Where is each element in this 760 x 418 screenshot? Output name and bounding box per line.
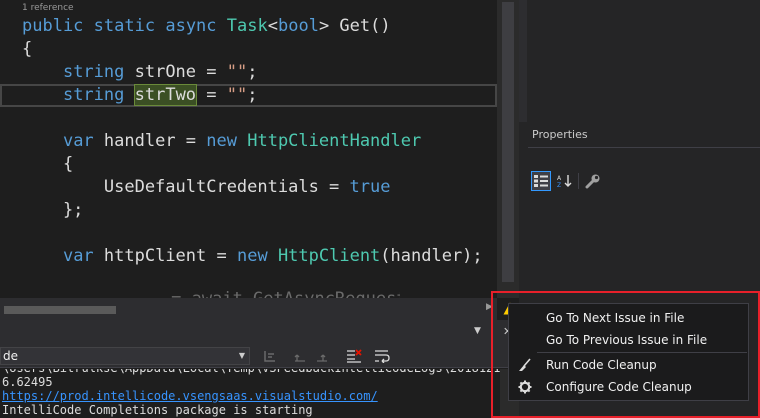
code-token: Task (226, 16, 268, 36)
code-token: public (22, 16, 84, 36)
code-token: new (206, 131, 237, 151)
menu-item-configure-code-cleanup[interactable]: Configure Code Cleanup (509, 376, 748, 398)
menu-item-label: Run Code Cleanup (546, 358, 657, 372)
categorized-view-button[interactable] (531, 171, 551, 191)
code-token: async (165, 16, 217, 36)
clear-all-icon (347, 349, 362, 363)
code-token: static (93, 16, 156, 36)
code-token: HttpClientHandler (247, 131, 422, 151)
code-token: > Get() (318, 16, 391, 36)
code-token: var (62, 131, 94, 151)
solution-explorer-area (519, 0, 760, 122)
code-token: "" (226, 85, 248, 105)
properties-separator (528, 147, 760, 148)
code-line: var httpClient = new HttpClient(handler)… (22, 245, 483, 268)
svg-text:A: A (557, 175, 562, 182)
code-line: { (22, 153, 73, 176)
go-next-icon (317, 354, 327, 362)
window-position-dropdown-icon[interactable]: ▼ (474, 326, 481, 336)
code-token: httpClient = (93, 246, 237, 266)
code-token: bool (277, 16, 319, 36)
output-line: 6.62495 (2, 375, 53, 389)
code-line: UseDefaultCredentials = true (22, 176, 391, 199)
code-token: handler = (93, 131, 207, 151)
menu-item-label: Go To Next Issue in File (546, 311, 685, 325)
wrench-icon (585, 174, 600, 189)
go-previous-icon (294, 354, 305, 362)
code-token: ; (247, 85, 258, 105)
code-line: var handler = new HttpClientHandler (22, 130, 421, 153)
partially-visible-code-line: = await GetAsyncRequest() (120, 288, 400, 298)
code-token: = (196, 85, 227, 105)
menu-item-go-to-previous-issue[interactable]: Go To Previous Issue in File (509, 329, 748, 351)
sort-az-icon: A Z (557, 175, 572, 188)
codelens-references[interactable]: 1 reference (22, 2, 74, 14)
output-link[interactable]: https://prod.intellicode.vsengsaas.visua… (2, 389, 378, 403)
categorized-icon (534, 175, 548, 187)
code-token: string (62, 85, 125, 105)
code-line: public static async Task<bool> Get() (22, 15, 391, 38)
code-line: string strOne = ""; (22, 61, 258, 84)
output-text-area[interactable]: \Users\Bitrulkse\AppData\Local\Temp\VSFe… (0, 369, 500, 418)
code-token: HttpClient (277, 246, 381, 266)
code-token: new (236, 246, 268, 266)
code-token: }; (22, 200, 84, 220)
alphabetical-view-button[interactable]: A Z (555, 171, 575, 191)
output-window-header (0, 320, 519, 342)
code-editor[interactable]: 1 reference public static async Task<boo… (0, 0, 497, 298)
output-line: IntelliCode Completions package is start… (2, 403, 313, 417)
toolbar-separator (578, 173, 579, 189)
editor-vertical-scrollbar[interactable] (497, 0, 519, 298)
editor-vertical-scrollbar-thumb[interactable] (502, 2, 514, 282)
code-token: true (349, 177, 391, 197)
code-token: (handler); (380, 246, 483, 266)
svg-text:Z: Z (557, 182, 561, 188)
code-token: < (267, 16, 278, 36)
find-message-icon (264, 351, 275, 362)
output-source-value: de (3, 349, 18, 363)
editor-horizontal-scrollbar-thumb[interactable] (4, 306, 116, 314)
menu-separator (537, 352, 747, 353)
next-message-button[interactable] (314, 348, 330, 364)
code-token: UseDefaultCredentials = (22, 177, 350, 197)
code-line: }; (22, 199, 83, 222)
properties-title: Properties (532, 128, 588, 141)
gear-icon (517, 379, 533, 395)
find-message-in-code-button[interactable] (262, 348, 278, 364)
menu-item-label: Go To Previous Issue in File (546, 333, 708, 347)
output-line: \Users\Bitrulkse\AppData\Local\Temp\VSFe… (2, 369, 500, 375)
previous-message-button[interactable] (292, 348, 308, 364)
code-line: string strTwo = ""; (22, 84, 258, 107)
chevron-down-icon: ▼ (238, 351, 245, 360)
clear-all-button[interactable] (346, 348, 362, 364)
code-token: var (62, 246, 94, 266)
code-token: string (62, 62, 125, 82)
word-wrap-icon (375, 350, 390, 363)
code-token: { (22, 39, 33, 59)
code-token: "" (226, 62, 248, 82)
code-token: { (22, 154, 74, 174)
code-token: ; (247, 62, 258, 82)
property-pages-button[interactable] (583, 171, 603, 191)
output-source-dropdown[interactable]: de ▼ (0, 347, 250, 365)
menu-item-label: Configure Code Cleanup (546, 380, 692, 394)
highlighted-symbol: strTwo (133, 84, 198, 106)
menu-item-run-code-cleanup[interactable]: Run Code Cleanup (509, 354, 748, 376)
code-token: strOne = (124, 62, 227, 82)
broom-icon (517, 357, 533, 373)
menu-item-go-to-next-issue[interactable]: Go To Next Issue in File (509, 307, 748, 329)
code-line: { (22, 38, 32, 61)
context-menu: Go To Next Issue in File Go To Previous … (508, 303, 749, 401)
toggle-word-wrap-button[interactable] (374, 348, 390, 364)
